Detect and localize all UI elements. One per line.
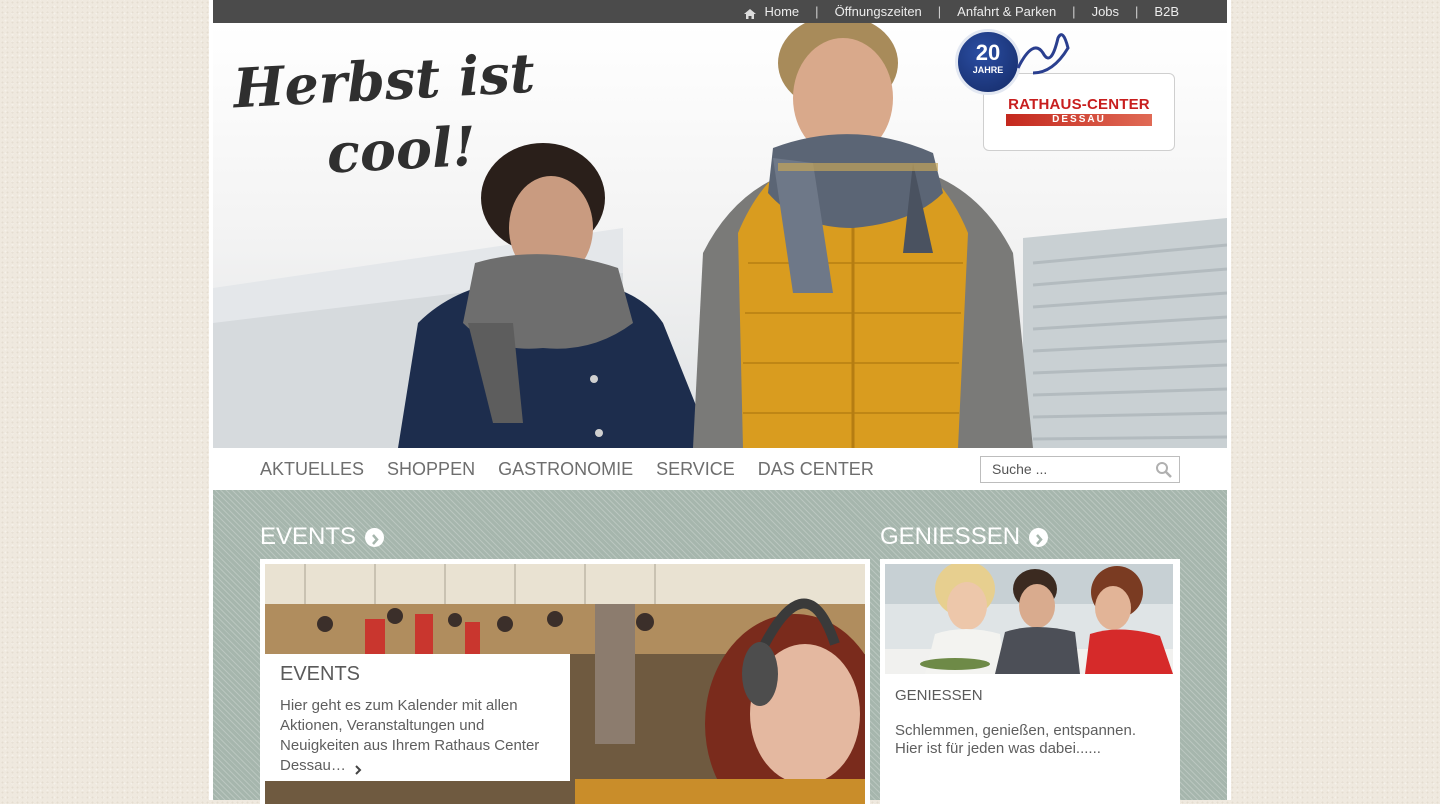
main-nav: AKTUELLES SHOPPEN GASTRONOMIE SERVICE DA… [213,448,1227,490]
nav-aktuelles[interactable]: AKTUELLES [260,459,364,480]
topnav-b2b-link[interactable]: B2B [1154,4,1179,19]
main-menu: AKTUELLES SHOPPEN GASTRONOMIE SERVICE DA… [260,448,897,490]
topnav-jobs-link[interactable]: Jobs [1092,4,1119,19]
geniessen-card-text: Schlemmen, genießen, entspannen. Hier is… [895,722,1136,757]
anniversary-badge: 20 JAHRE [955,29,1021,95]
topnav-separator: | [815,4,819,19]
badge-word: JAHRE [972,65,1004,75]
hero-tagline: Herbst ist cool! [232,37,559,194]
chevron-right-circle-icon [365,527,385,547]
search-box [980,456,1180,483]
events-card-text: Hier geht es zum Kalender mit allen Akti… [280,696,565,776]
nav-service[interactable]: SERVICE [656,459,735,480]
page-frame: Home | Öffnungszeiten | Anfahrt & Parken… [209,0,1231,804]
content-area: EVENTS GENIESSEN EVENTS Hier geht es zum… [213,490,1227,804]
topnav-separator: | [937,4,942,19]
logo-name: RATHAUS-CENTER [1008,96,1150,113]
events-heading-link[interactable]: EVENTS [260,523,385,551]
geniessen-heading: GENIESSEN [880,523,1021,550]
top-utility-bar: Home | Öffnungszeiten | Anfahrt & Parken… [213,0,1227,23]
events-heading: EVENTS [260,523,357,550]
top-nav: Home | Öffnungszeiten | Anfahrt & Parken… [744,0,1179,23]
topnav-opening-hours-link[interactable]: Öffnungszeiten [835,4,922,19]
geniessen-heading-link[interactable]: GENIESSEN [880,523,1049,551]
events-card-title: EVENTS [280,663,361,685]
geniessen-card-title: GENIESSEN [895,687,983,704]
ribbon-icon [1016,33,1070,75]
geniessen-photo [885,564,1173,674]
logo-city: DESSAU [1006,114,1152,126]
badge-number: 20 [975,40,1001,65]
topnav-directions-link[interactable]: Anfahrt & Parken [957,4,1056,19]
events-card[interactable]: EVENTS Hier geht es zum Kalender mit all… [260,559,870,804]
events-text-panel: EVENTS Hier geht es zum Kalender mit all… [265,654,570,781]
topnav-home-link[interactable]: Home [744,4,799,19]
home-icon [744,7,757,19]
search-input[interactable] [981,457,1157,480]
nav-gastronomie[interactable]: GASTRONOMIE [498,459,633,480]
events-card-description: Hier geht es zum Kalender mit allen Akti… [280,697,540,774]
search-icon[interactable] [1155,461,1173,479]
nav-das-center[interactable]: DAS CENTER [758,459,874,480]
tagline-line-2: cool! [325,113,478,186]
geniessen-card[interactable]: GENIESSEN Schlemmen, genießen, entspanne… [880,559,1180,804]
hero-banner: Herbst ist cool! RATHAUS-CENTER DESSAU 2… [213,23,1227,448]
chevron-right-icon[interactable] [354,761,362,775]
topnav-home-label: Home [764,4,800,19]
topnav-separator: | [1072,4,1076,19]
nav-shoppen[interactable]: SHOPPEN [387,459,475,480]
topnav-separator: | [1135,4,1139,19]
chevron-right-circle-icon [1029,527,1049,547]
